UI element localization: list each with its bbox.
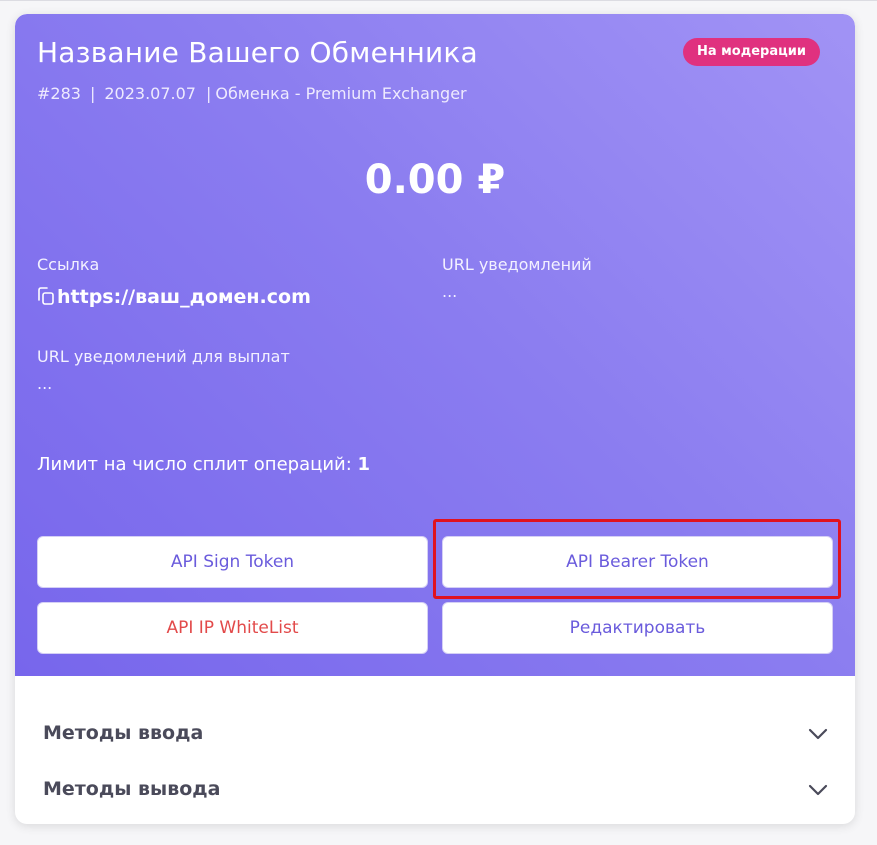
exchanger-id: #283 xyxy=(37,84,81,103)
link-label: Ссылка xyxy=(37,255,100,274)
api-sign-token-button[interactable]: API Sign Token xyxy=(37,536,428,588)
api-ip-whitelist-button[interactable]: API IP WhiteList xyxy=(37,602,428,654)
split-limit-value: 1 xyxy=(357,454,371,475)
chevron-down-icon xyxy=(807,782,829,796)
chevron-down-icon xyxy=(807,726,829,740)
deposit-methods-section[interactable]: Методы ввода xyxy=(43,722,829,744)
meta-separator: | xyxy=(89,84,96,103)
payout-url-label: URL уведомлений для выплат xyxy=(37,347,290,366)
notify-url-value: ... xyxy=(442,282,458,301)
top-divider xyxy=(0,0,877,1)
deposit-methods-label: Методы ввода xyxy=(43,722,204,744)
exchanger-meta: #283 | 2023.07.07 | Обменка - Premium Exchan… xyxy=(37,84,467,103)
split-limit: Лимит на число сплит операций: 1 xyxy=(37,454,370,475)
exchanger-date: 2023.07.07 xyxy=(104,84,196,103)
exchanger-card: Название Вашего Обменника На модерации #… xyxy=(15,14,855,824)
exchanger-link[interactable]: https://ваш_домен.com xyxy=(57,286,311,308)
withdraw-methods-section[interactable]: Методы вывода xyxy=(43,778,829,800)
payout-url-value: ... xyxy=(37,374,53,393)
split-limit-label: Лимит на число сплит операций: xyxy=(37,454,352,475)
copy-icon[interactable] xyxy=(37,287,55,307)
balance-amount: 0.00 ₽ xyxy=(364,157,506,203)
exchanger-type: Обменка - Premium Exchanger xyxy=(215,84,467,103)
notify-url-label: URL уведомлений xyxy=(442,255,592,274)
status-badge: На модерации xyxy=(683,38,820,66)
exchanger-title: Название Вашего Обменника xyxy=(37,36,478,69)
meta-separator: | xyxy=(205,84,212,103)
api-bearer-token-button[interactable]: API Bearer Token xyxy=(442,536,833,588)
edit-button[interactable]: Редактировать xyxy=(442,602,833,654)
exchanger-header: Название Вашего Обменника На модерации #… xyxy=(15,14,855,676)
withdraw-methods-label: Методы вывода xyxy=(43,778,221,800)
link-row: https://ваш_домен.com xyxy=(37,286,311,308)
